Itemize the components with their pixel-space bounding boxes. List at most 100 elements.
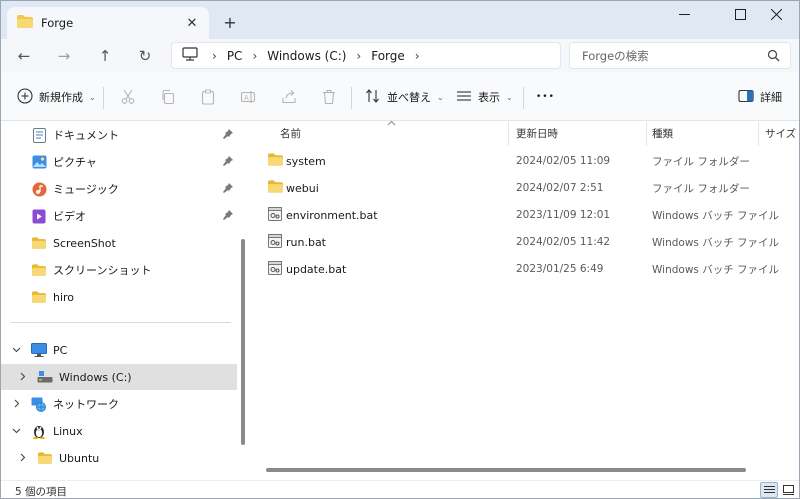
rename-button[interactable]: A xyxy=(236,85,260,109)
folder-icon xyxy=(37,450,53,466)
folder-icon xyxy=(17,15,33,31)
file-type: Windows バッチ ファイル xyxy=(652,236,780,249)
delete-button[interactable] xyxy=(317,85,341,109)
column-divider[interactable] xyxy=(646,122,647,146)
documents-icon xyxy=(31,127,47,143)
column-header-type[interactable]: 種類 xyxy=(652,122,673,144)
sidebar-item-pc[interactable]: PC xyxy=(1,337,237,363)
chevron-right-icon[interactable] xyxy=(18,453,27,465)
close-window-button[interactable] xyxy=(753,1,799,27)
minimize-button[interactable] xyxy=(661,1,707,27)
chevron-right-icon[interactable] xyxy=(12,399,21,411)
view-label: 表示 xyxy=(478,91,500,104)
sidebar-item-network[interactable]: ネットワーク xyxy=(1,391,237,417)
sidebar-item-label: ScreenShot xyxy=(53,236,116,250)
view-list-icon xyxy=(456,88,472,107)
file-date: 2024/02/07 2:51 xyxy=(516,182,604,194)
sidebar-item-ubuntu[interactable]: Ubuntu xyxy=(1,445,237,471)
file-row-webui[interactable]: webui 2024/02/07 2:51 ファイル フォルダー xyxy=(264,175,764,201)
pin-icon xyxy=(223,129,233,142)
sidebar-item-music[interactable]: ミュージック xyxy=(1,176,237,202)
file-row-system[interactable]: system 2024/02/05 11:09 ファイル フォルダー xyxy=(264,148,764,174)
breadcrumb-forge[interactable]: Forge xyxy=(361,49,415,63)
back-button[interactable]: ← xyxy=(11,43,37,69)
column-header-name[interactable]: 名前 xyxy=(280,122,301,144)
view-button[interactable]: 表示 ⌄ xyxy=(456,83,513,111)
column-divider[interactable] xyxy=(758,122,759,146)
breadcrumb-windows-c[interactable]: Windows (C:) xyxy=(257,49,356,63)
new-label: 新規作成 xyxy=(39,91,83,104)
file-row-update-bat[interactable]: update.bat 2023/01/25 6:49 Windows バッチ フ… xyxy=(264,256,779,282)
sidebar-item-windows-c[interactable]: Windows (C:) xyxy=(1,364,237,390)
sidebar-item-label: ミュージック xyxy=(53,183,119,196)
close-tab-button[interactable]: ✕ xyxy=(183,14,201,32)
file-name: update.bat xyxy=(286,262,347,276)
pin-icon xyxy=(223,156,233,169)
sidebar-item-documents[interactable]: ドキュメント xyxy=(1,122,237,148)
sidebar-item-pictures[interactable]: ピクチャ xyxy=(1,149,237,175)
divider xyxy=(523,87,524,109)
details-view-button[interactable] xyxy=(760,482,778,498)
folder-icon xyxy=(31,289,47,305)
status-bar: 5 個の項目 xyxy=(1,480,799,498)
chevron-down-icon[interactable] xyxy=(12,426,21,438)
sidebar-item-screenshot[interactable]: ScreenShot xyxy=(1,230,237,256)
horizontal-scrollbar-thumb[interactable] xyxy=(266,468,746,472)
details-pane-icon xyxy=(738,89,754,106)
folder-icon xyxy=(268,153,283,169)
more-options-button[interactable]: ••• xyxy=(536,83,555,111)
details-pane-button[interactable]: 詳細 xyxy=(738,83,782,111)
tab-title: Forge xyxy=(41,16,74,30)
search-input[interactable] xyxy=(582,48,762,63)
up-button[interactable]: ↑ xyxy=(92,43,118,69)
music-icon xyxy=(31,181,47,197)
file-row-run-bat[interactable]: run.bat 2024/02/05 11:42 Windows バッチ ファイ… xyxy=(264,229,779,255)
folder-icon xyxy=(31,262,47,278)
sidebar-item-label: Ubuntu xyxy=(59,451,100,465)
address-bar[interactable]: › PC › Windows (C:) › Forge › xyxy=(171,42,561,69)
forward-button[interactable]: → xyxy=(51,43,77,69)
file-name: environment.bat xyxy=(286,208,378,222)
explorer-window: Forge ✕ + ← → ↑ ↻ › PC › Windows (C:) › … xyxy=(0,0,800,499)
new-button[interactable]: 新規作成 ⌄ xyxy=(17,83,96,111)
chevron-down-icon: ⌄ xyxy=(437,92,444,102)
folder-icon xyxy=(268,180,283,196)
file-row-environment-bat[interactable]: environment.bat 2023/11/09 12:01 Windows… xyxy=(264,202,779,228)
chevron-right-icon[interactable] xyxy=(18,372,27,384)
column-header-size[interactable]: サイズ xyxy=(765,122,796,144)
batch-file-icon xyxy=(268,261,282,278)
sidebar-scrollbar[interactable] xyxy=(239,122,247,480)
sidebar-item-label: ネットワーク xyxy=(53,398,119,411)
breadcrumb-pc[interactable]: PC xyxy=(217,49,253,63)
share-button[interactable] xyxy=(277,85,301,109)
sort-button[interactable]: 並べ替え ⌄ xyxy=(365,83,444,111)
column-header-date[interactable]: 更新日時 xyxy=(516,122,558,144)
details-label: 詳細 xyxy=(760,91,782,104)
refresh-button[interactable]: ↻ xyxy=(132,43,158,69)
chevron-down-icon: ⌄ xyxy=(506,92,513,102)
tab-forge[interactable]: Forge ✕ xyxy=(7,7,209,39)
sidebar-item-hiro[interactable]: hiro xyxy=(1,284,237,310)
sidebar-item-videos[interactable]: ビデオ xyxy=(1,203,237,229)
large-icons-view-button[interactable] xyxy=(779,482,797,498)
file-type: ファイル フォルダー xyxy=(652,182,750,195)
pin-icon xyxy=(223,183,233,196)
sidebar-scrollbar-thumb[interactable] xyxy=(241,239,245,445)
column-divider[interactable] xyxy=(508,122,509,146)
file-date: 2024/02/05 11:42 xyxy=(516,236,611,248)
sidebar-divider xyxy=(11,322,231,323)
sidebar-item-linux[interactable]: Linux xyxy=(1,418,237,444)
chevron-down-icon[interactable] xyxy=(12,345,21,357)
copy-icon xyxy=(162,89,175,105)
horizontal-scrollbar[interactable] xyxy=(266,467,750,473)
chevron-down-icon: ⌄ xyxy=(89,92,96,102)
new-tab-button[interactable]: + xyxy=(219,11,241,33)
cut-button[interactable] xyxy=(116,85,140,109)
sidebar-item-screenshots-jp[interactable]: スクリーンショット xyxy=(1,257,237,283)
paste-button[interactable] xyxy=(196,85,220,109)
sidebar-item-label: hiro xyxy=(53,290,75,304)
search-box[interactable] xyxy=(569,42,791,69)
copy-button[interactable] xyxy=(156,85,180,109)
divider xyxy=(351,87,352,109)
network-icon xyxy=(31,396,47,412)
